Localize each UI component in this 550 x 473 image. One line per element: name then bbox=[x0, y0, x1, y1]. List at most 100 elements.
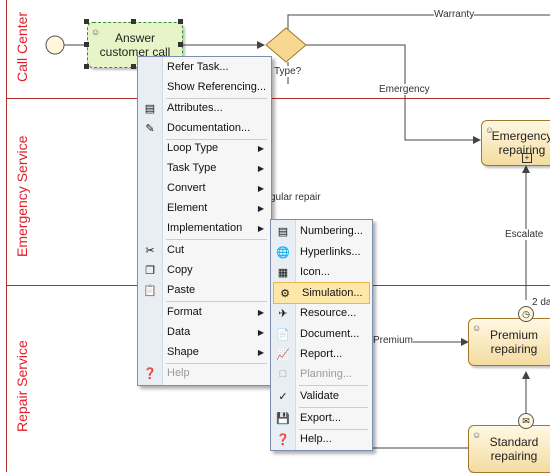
submenu-item-help[interactable]: ❓ Help... bbox=[272, 429, 371, 449]
submenu-arrow-icon: ▶ bbox=[257, 347, 264, 357]
menu-item-shape[interactable]: Shape ▶ bbox=[139, 342, 270, 362]
menu-label: Task Type bbox=[167, 162, 217, 174]
submenu-arrow-icon: ▶ bbox=[257, 307, 264, 317]
menu-label: Simulation... bbox=[302, 287, 363, 299]
task-premium-repairing[interactable]: ☺ Premium repairing bbox=[468, 318, 550, 366]
menu-item-convert[interactable]: Convert ▶ bbox=[139, 178, 270, 198]
submenu-item-export[interactable]: 💾 Export... bbox=[272, 408, 371, 428]
menu-label: Show Referencing... bbox=[167, 81, 267, 93]
message-event-icon[interactable]: ✉ bbox=[518, 413, 534, 429]
resize-handle[interactable] bbox=[84, 42, 89, 47]
flow-label-premium: Premium bbox=[373, 335, 414, 346]
globe-icon: 🌐 bbox=[276, 246, 290, 259]
menu-item-data[interactable]: Data ▶ bbox=[139, 322, 270, 342]
paste-icon: 📋 bbox=[143, 284, 157, 297]
menu-label: Numbering... bbox=[300, 225, 363, 237]
menu-item-help[interactable]: ❓ Help bbox=[139, 363, 270, 383]
task-label: Standard repairing bbox=[489, 435, 539, 463]
submenu-arrow-icon: ▶ bbox=[257, 327, 264, 337]
timer-event-icon[interactable]: ◷ bbox=[518, 306, 534, 322]
submenu-item-planning[interactable]: □ Planning... bbox=[272, 364, 371, 384]
menu-label: Help... bbox=[300, 433, 332, 445]
submenu-item-numbering[interactable]: ▤ Numbering... bbox=[272, 221, 371, 241]
implementation-submenu: ▤ Numbering... 🌐 Hyperlinks... ▦ Icon... ⚙ S… bbox=[270, 219, 373, 451]
menu-item-show-referencing[interactable]: Show Referencing... bbox=[139, 77, 270, 97]
document-icon: 📄 bbox=[276, 328, 290, 341]
menu-label: Implementation bbox=[167, 222, 243, 234]
submenu-item-report[interactable]: 📈 Report... bbox=[272, 344, 371, 364]
planning-icon: □ bbox=[279, 368, 287, 380]
context-menu: Refer Task... Show Referencing... ▤ Attri… bbox=[137, 56, 272, 386]
submenu-item-validate[interactable]: ✓ Validate bbox=[272, 386, 371, 406]
submenu-item-icon[interactable]: ▦ Icon... bbox=[272, 262, 371, 282]
image-icon: ▦ bbox=[277, 266, 289, 279]
task-label: Emergency repairing bbox=[491, 129, 550, 157]
submenu-arrow-icon: ▶ bbox=[257, 223, 264, 233]
menu-item-paste[interactable]: 📋 Paste bbox=[139, 280, 270, 300]
user-task-icon: ☺ bbox=[485, 125, 495, 135]
flow-label-escalate: Escalate bbox=[505, 229, 544, 240]
menu-label: Format bbox=[167, 306, 202, 318]
submenu-item-hyperlinks[interactable]: 🌐 Hyperlinks... bbox=[272, 242, 371, 262]
menu-label: Paste bbox=[167, 284, 196, 296]
user-task-icon: ☺ bbox=[472, 430, 482, 440]
menu-label: Attributes... bbox=[167, 102, 223, 114]
submenu-arrow-icon: ▶ bbox=[257, 163, 264, 173]
submenu-item-document[interactable]: 📄 Document... bbox=[272, 324, 371, 344]
scissors-icon: ✂ bbox=[145, 244, 155, 257]
help-icon: ❓ bbox=[276, 433, 290, 446]
menu-label: Resource... bbox=[300, 307, 357, 319]
flow-label-days: 2 da bbox=[532, 297, 550, 308]
menu-label: Element bbox=[167, 202, 208, 214]
menu-label: Planning... bbox=[300, 368, 352, 380]
menu-label: Cut bbox=[167, 244, 185, 256]
flow-label-warranty: Warranty bbox=[434, 9, 475, 20]
menu-label: Validate bbox=[300, 390, 339, 402]
subprocess-marker-icon: + bbox=[522, 153, 532, 163]
submenu-item-resource[interactable]: ✈ Resource... bbox=[272, 303, 371, 323]
validate-icon: ✓ bbox=[278, 390, 288, 403]
menu-item-copy[interactable]: ❐ Copy bbox=[139, 260, 270, 280]
menu-item-attributes[interactable]: ▤ Attributes... bbox=[139, 98, 270, 118]
menu-item-format[interactable]: Format ▶ bbox=[139, 302, 270, 322]
resize-handle[interactable] bbox=[84, 19, 89, 24]
menu-label: Document... bbox=[300, 328, 360, 340]
user-task-icon: ☺ bbox=[91, 27, 101, 37]
menu-label: Help bbox=[167, 367, 190, 379]
resize-handle[interactable] bbox=[84, 64, 89, 69]
menu-label: Export... bbox=[300, 412, 341, 424]
menu-label: Icon... bbox=[300, 266, 330, 278]
resize-handle[interactable] bbox=[131, 19, 136, 24]
submenu-arrow-icon: ▶ bbox=[257, 183, 264, 193]
menu-label: Loop Type bbox=[167, 142, 219, 154]
menu-label: Documentation... bbox=[167, 122, 251, 134]
pencil-icon: ✎ bbox=[145, 122, 155, 135]
report-icon: 📈 bbox=[276, 348, 290, 361]
menu-item-element[interactable]: Element ▶ bbox=[139, 198, 270, 218]
flow-label-emergency: Emergency bbox=[379, 84, 430, 95]
gears-icon: ⚙ bbox=[280, 287, 290, 300]
submenu-item-simulation[interactable]: ⚙ Simulation... bbox=[273, 282, 370, 304]
menu-item-refer-task[interactable]: Refer Task... bbox=[139, 57, 270, 77]
resize-handle[interactable] bbox=[178, 19, 183, 24]
menu-item-loop-type[interactable]: Loop Type ▶ bbox=[139, 138, 270, 158]
attributes-icon: ▤ bbox=[144, 102, 156, 115]
menu-item-implementation[interactable]: Implementation ▶ bbox=[139, 218, 270, 238]
task-standard-repairing[interactable]: ☺ Standard repairing bbox=[468, 425, 550, 473]
submenu-arrow-icon: ▶ bbox=[257, 143, 264, 153]
menu-item-cut[interactable]: ✂ Cut bbox=[139, 240, 270, 260]
flow-label-type: Type? bbox=[274, 66, 302, 77]
menu-item-documentation[interactable]: ✎ Documentation... bbox=[139, 118, 270, 138]
task-label: Premium repairing bbox=[489, 328, 538, 356]
menu-label: Copy bbox=[167, 264, 193, 276]
menu-label: Shape bbox=[167, 346, 199, 358]
help-icon: ❓ bbox=[143, 367, 157, 380]
menu-label: Convert bbox=[167, 182, 206, 194]
resize-handle[interactable] bbox=[131, 64, 136, 69]
resize-handle[interactable] bbox=[178, 42, 183, 47]
menu-item-task-type[interactable]: Task Type ▶ bbox=[139, 158, 270, 178]
user-task-icon: ☺ bbox=[472, 323, 482, 333]
task-emergency-repairing[interactable]: ☺ Emergency repairing + bbox=[481, 120, 550, 166]
menu-label: Data bbox=[167, 326, 191, 338]
numbering-icon: ▤ bbox=[277, 225, 289, 238]
